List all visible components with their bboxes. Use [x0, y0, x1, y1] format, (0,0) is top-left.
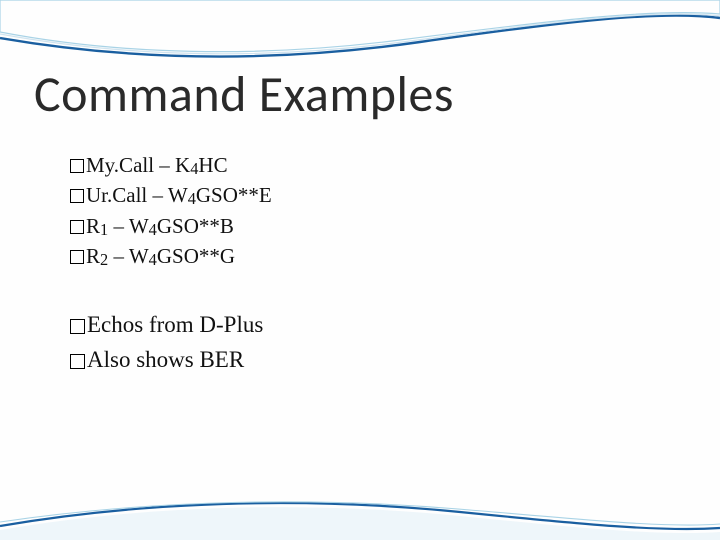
list-item-text: R2 – W4GSO**G [86, 241, 235, 271]
list-item: Also shows BER [70, 343, 263, 378]
content-block-2: Echos from D-Plus Also shows BER [70, 308, 263, 377]
list-item: My.Call – K4HC [70, 150, 272, 180]
list-item: R1 – W4GSO**B [70, 211, 272, 241]
list-item-text: Also shows BER [87, 343, 244, 378]
list-item: R2 – W4GSO**G [70, 241, 272, 271]
list-item: Ur.Call – W4GSO**E [70, 180, 272, 210]
list-item-text: Ur.Call – W4GSO**E [86, 180, 272, 210]
slide: Command Examples My.Call – K4HC Ur.Call … [0, 0, 720, 540]
bullet-icon [70, 250, 84, 264]
wave-decoration-top [0, 0, 720, 70]
bullet-icon [70, 220, 84, 234]
bullet-icon [70, 189, 84, 203]
wave-decoration-bottom [0, 486, 720, 540]
content-block-1: My.Call – K4HC Ur.Call – W4GSO**E R1 – W… [70, 150, 272, 272]
slide-title: Command Examples [34, 64, 454, 125]
bullet-icon [70, 319, 85, 334]
list-item-text: Echos from D-Plus [87, 308, 263, 343]
list-item-text: R1 – W4GSO**B [86, 211, 234, 241]
list-item-text: My.Call – K4HC [86, 150, 228, 180]
list-item: Echos from D-Plus [70, 308, 263, 343]
bullet-icon [70, 354, 85, 369]
bullet-icon [70, 159, 84, 173]
